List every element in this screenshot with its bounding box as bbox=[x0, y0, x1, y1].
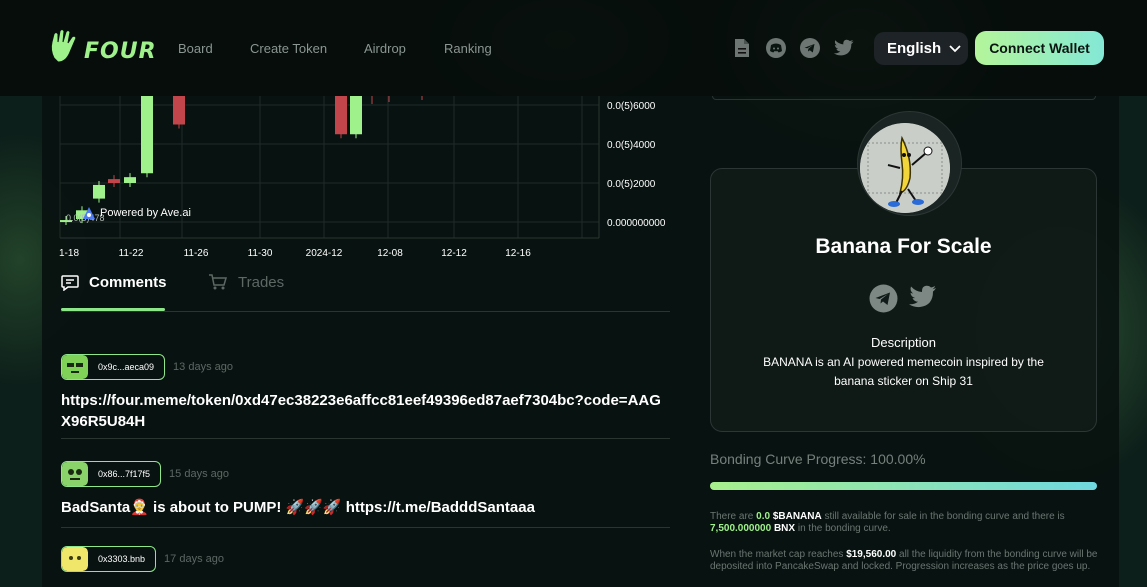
candle-body bbox=[350, 96, 362, 135]
tab-comments-label: Comments bbox=[89, 274, 167, 291]
comment-divider bbox=[61, 527, 670, 528]
candle-body bbox=[335, 96, 347, 135]
top-header: FOUR Board Create Token Airdrop Ranking … bbox=[0, 0, 1147, 96]
comment-icon bbox=[61, 274, 79, 291]
x-tick-label: 11-26 bbox=[184, 248, 209, 259]
info-text-part: There are bbox=[710, 511, 757, 522]
comment-divider bbox=[61, 438, 670, 439]
language-label: English bbox=[887, 40, 942, 57]
comment-text[interactable]: https://four.meme/token/0xd47ec38223e6af… bbox=[61, 390, 670, 432]
user-address: 0x3303.bnb bbox=[98, 554, 146, 564]
powered-by-label: Powered by Ave.ai bbox=[100, 207, 191, 219]
cart-icon bbox=[209, 274, 227, 290]
info-text-part: in the bonding curve. bbox=[795, 523, 891, 534]
bonding-curve-progress bbox=[710, 482, 1097, 490]
user-address: 0x86...7f17f5 bbox=[98, 469, 151, 479]
comment-text[interactable]: BadSanta🤶 is about to PUMP! 🚀🚀🚀 https://… bbox=[61, 497, 670, 518]
candle-body bbox=[108, 179, 120, 183]
y-tick-label: 0.000000000 bbox=[607, 218, 666, 229]
bnb-unit: BNX bbox=[771, 523, 796, 534]
bnb-amount: 7,500.000000 bbox=[710, 523, 772, 534]
price-chart[interactable]: 0.0(5)6000 0.0(5)4000 0.0(5)2000 0.00000000… bbox=[42, 96, 689, 266]
bonding-info-text: There are 0.0 $BANANA still available fo… bbox=[710, 511, 1102, 535]
nav-airdrop[interactable]: Airdrop bbox=[364, 41, 406, 56]
comment-item: 0x86...7f17f5 15 days ago BadSanta🤶 is a… bbox=[61, 461, 670, 518]
x-tick-label: 11-30 bbox=[248, 248, 273, 259]
ave-logo-icon bbox=[83, 207, 95, 219]
discord-icon[interactable] bbox=[766, 38, 786, 58]
tab-comments[interactable]: Comments bbox=[61, 274, 167, 291]
user-address-pill[interactable]: 0x86...7f17f5 bbox=[61, 461, 162, 487]
bonding-curve-progress-fill bbox=[710, 482, 1097, 490]
connect-wallet-button[interactable]: Connect Wallet bbox=[975, 31, 1104, 65]
user-address-pill[interactable]: 0x9c...aeca09 bbox=[61, 354, 166, 380]
market-cap-target: $19,560.00 bbox=[846, 549, 897, 560]
four-hand-logo-icon bbox=[50, 29, 77, 63]
token-ticker: $BANANA bbox=[772, 511, 822, 522]
active-tab-indicator bbox=[61, 308, 165, 311]
card-top-edge bbox=[712, 96, 1096, 100]
language-selector[interactable]: English bbox=[874, 32, 968, 65]
nav-ranking[interactable]: Ranking bbox=[444, 41, 492, 56]
token-name: Banana For Scale bbox=[815, 235, 992, 258]
user-address-pill[interactable]: 0x3303.bnb bbox=[61, 546, 157, 572]
candle-body bbox=[93, 184, 105, 199]
logo[interactable]: FOUR bbox=[48, 28, 157, 66]
powered-by-badge[interactable]: Powered by Ave.ai bbox=[82, 206, 191, 220]
remaining-amount: 0.0 bbox=[756, 511, 771, 522]
token-image bbox=[860, 123, 950, 213]
comment-item: 0x9c...aeca09 13 days ago https://four.m… bbox=[61, 354, 670, 432]
candle-body bbox=[124, 177, 136, 183]
x-tick-label: 12-12 bbox=[441, 248, 467, 259]
user-avatar bbox=[62, 355, 88, 379]
y-tick-label: 0.0(5)6000 bbox=[607, 101, 656, 112]
comments-trades-tabs: Comments Trades bbox=[61, 270, 670, 312]
bonding-curve-label: Bonding Curve Progress: 100.00% bbox=[710, 451, 926, 467]
y-tick-label: 0.0(5)4000 bbox=[607, 140, 656, 151]
twitter-icon[interactable] bbox=[908, 284, 938, 310]
info-text-part: When the market cap reaches bbox=[710, 549, 847, 560]
user-address: 0x9c...aeca09 bbox=[98, 362, 155, 372]
tab-trades-label: Trades bbox=[238, 274, 285, 291]
nav-board[interactable]: Board bbox=[178, 41, 213, 56]
info-text-part: still available for sale in the bonding … bbox=[821, 511, 1065, 522]
twitter-icon[interactable] bbox=[833, 38, 855, 58]
chevron-down-icon bbox=[949, 44, 961, 52]
comment-time: 13 days ago bbox=[173, 361, 233, 373]
user-avatar bbox=[62, 462, 88, 486]
logo-text: FOUR bbox=[84, 38, 157, 64]
comment-time: 17 days ago bbox=[164, 553, 224, 565]
nav-create-token[interactable]: Create Token bbox=[250, 41, 327, 56]
user-avatar bbox=[62, 547, 88, 571]
tab-trades[interactable]: Trades bbox=[208, 274, 284, 291]
x-tick-label: 12-16 bbox=[505, 248, 531, 259]
y-tick-label: 0.0(5)2000 bbox=[607, 179, 656, 190]
x-tick-label: 2024-12 bbox=[306, 248, 343, 259]
description-text: BANANA is an AI powered memecoin inspire… bbox=[763, 355, 1044, 388]
comment-time: 15 days ago bbox=[169, 468, 229, 480]
telegram-icon[interactable] bbox=[800, 38, 820, 58]
description-title: Description bbox=[870, 335, 937, 350]
x-tick-label: 1-18 bbox=[59, 248, 79, 259]
comment-item: 0x3303.bnb 17 days ago bbox=[61, 546, 670, 582]
x-tick-label: 11-22 bbox=[119, 248, 144, 259]
x-tick-label: 12-08 bbox=[377, 248, 403, 259]
telegram-icon[interactable] bbox=[869, 284, 898, 313]
document-icon[interactable] bbox=[732, 38, 752, 58]
market-cap-info-text: When the market cap reaches $19,560.00 a… bbox=[710, 549, 1102, 573]
token-social-links bbox=[869, 284, 938, 313]
candle-body bbox=[141, 96, 153, 174]
